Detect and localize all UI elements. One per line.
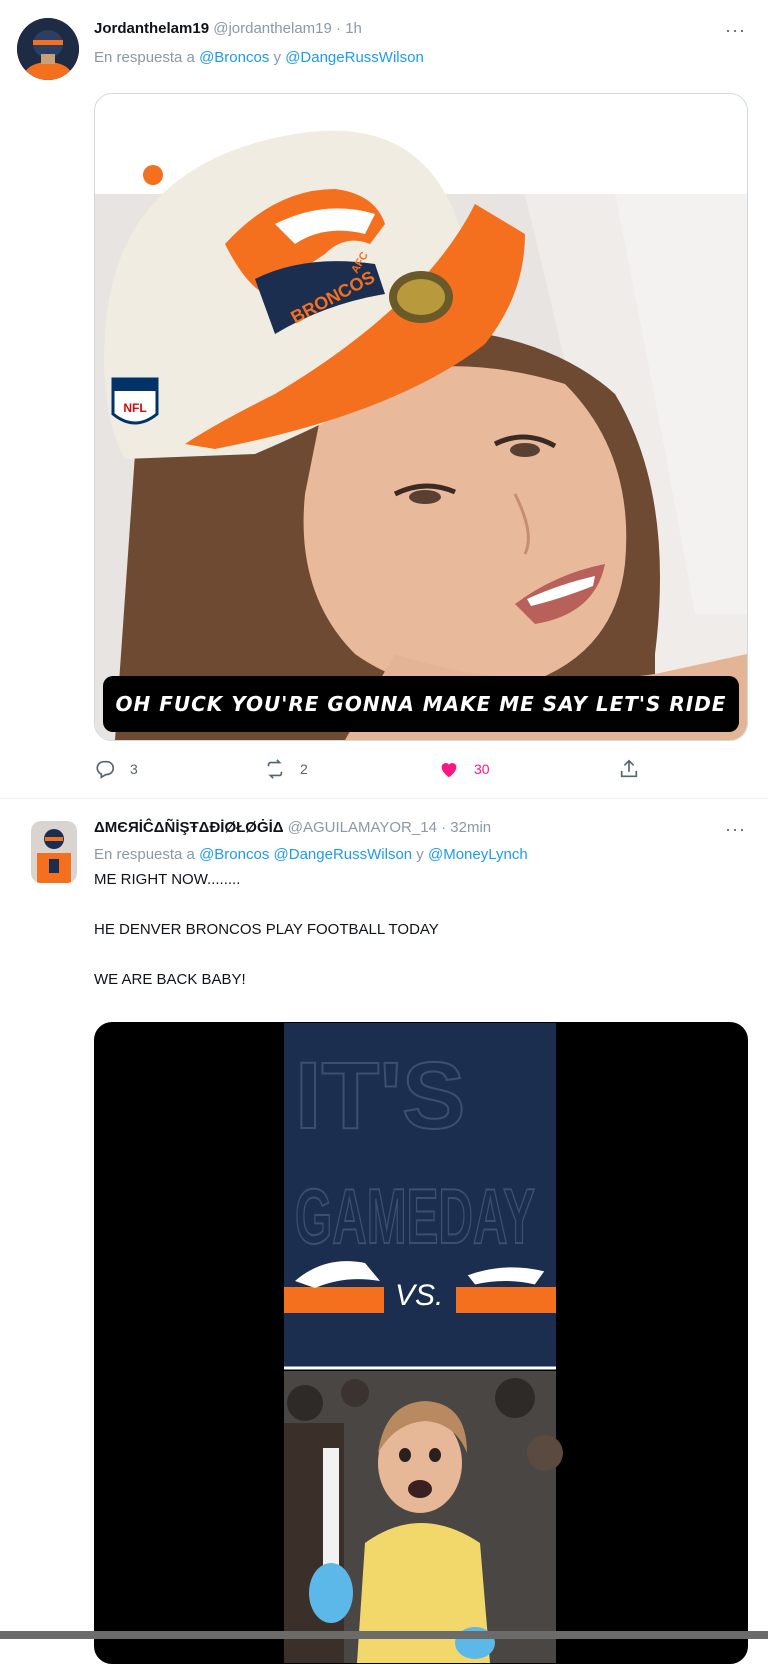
meme-caption: OH FUCK YOU'RE GONNA MAKE ME SAY LET'S R… <box>103 676 739 732</box>
tweet-actions: 3 2 30 <box>94 758 654 784</box>
reply-joiner: y <box>269 49 286 66</box>
gameday-gif: IT'S GAMEDAY VS. <box>95 1023 747 1663</box>
reply-context: En respuesta a @Broncos @DangeRussWilson… <box>94 846 528 863</box>
heart-icon <box>441 763 457 778</box>
reply-joiner: y <box>412 846 428 863</box>
reply-count: 3 <box>130 761 138 777</box>
retweet-icon <box>267 759 283 779</box>
mention-link[interactable]: @DangeRussWilson <box>274 846 413 863</box>
gameday-text: GAMEDAY <box>295 1172 535 1260</box>
separator: · <box>331 20 346 37</box>
tweet-text-line: WE ARE BACK BABY! <box>94 971 246 988</box>
tweet-text-line: ME RIGHT NOW........ <box>94 871 241 888</box>
avatar[interactable] <box>17 18 79 80</box>
separator: · <box>436 819 451 836</box>
timestamp[interactable]: 1h <box>345 20 362 37</box>
gameday-text: IT'S <box>295 1043 465 1149</box>
handle[interactable]: @AGUILAMAYOR_14 <box>288 819 437 836</box>
tweet-text-line: HE DENVER BRONCOS PLAY FOOTBALL TODAY <box>94 921 439 938</box>
display-name[interactable]: ΔMЄЯİĈΔÑİŞŦΔÐİØŁØĠİΔ <box>94 819 284 836</box>
retweet-button[interactable]: 2 <box>264 758 308 780</box>
tweet-2[interactable]: ΔMЄЯİĈΔÑİŞŦΔÐİØŁØĠİΔ @AGUILAMAYOR_14 · 3… <box>0 799 768 1664</box>
handle[interactable]: @jordanthelam19 <box>213 20 332 37</box>
reply-button[interactable]: 3 <box>94 758 138 780</box>
meme-image: BRONCOS AFC NFL <box>95 94 747 740</box>
mention-link[interactable]: @Broncos <box>199 846 269 863</box>
bottom-scrollbar[interactable] <box>0 1631 768 1639</box>
share-icon <box>620 759 638 778</box>
reply-prefix: En respuesta a <box>94 49 200 66</box>
reply-icon <box>96 760 115 779</box>
like-count: 30 <box>474 761 490 777</box>
tweet-image[interactable]: BRONCOS AFC NFL OH FUCK YOU'RE GONNA MAK… <box>94 93 748 741</box>
mention-link[interactable]: @DangeRussWilson <box>285 49 424 66</box>
timestamp[interactable]: 32min <box>450 819 491 836</box>
tweet-gif[interactable]: IT'S GAMEDAY VS. <box>94 1022 748 1664</box>
like-button[interactable]: 30 <box>438 758 490 780</box>
reply-prefix: En respuesta a <box>94 846 200 863</box>
avatar[interactable] <box>31 821 77 883</box>
more-options-icon[interactable]: ··· <box>725 20 746 41</box>
nfl-shield-text: NFL <box>123 401 146 415</box>
author-line: ΔMЄЯİĈΔÑİŞŦΔÐİØŁØĠİΔ @AGUILAMAYOR_14 · 3… <box>94 819 491 836</box>
mention-link[interactable]: @MoneyLynch <box>428 846 528 863</box>
share-button[interactable] <box>618 758 640 780</box>
reply-context: En respuesta a @Broncos y @DangeRussWils… <box>94 49 424 66</box>
mention-link[interactable]: @Broncos <box>199 49 269 66</box>
retweet-count: 2 <box>300 761 308 777</box>
tweet-1[interactable]: Jordanthelam19 @jordanthelam19 · 1h ··· … <box>0 0 768 799</box>
more-options-icon[interactable]: ··· <box>725 819 746 840</box>
vs-label: VS. <box>395 1279 443 1312</box>
author-line: Jordanthelam19 @jordanthelam19 · 1h <box>94 20 362 37</box>
display-name[interactable]: Jordanthelam19 <box>94 20 209 37</box>
